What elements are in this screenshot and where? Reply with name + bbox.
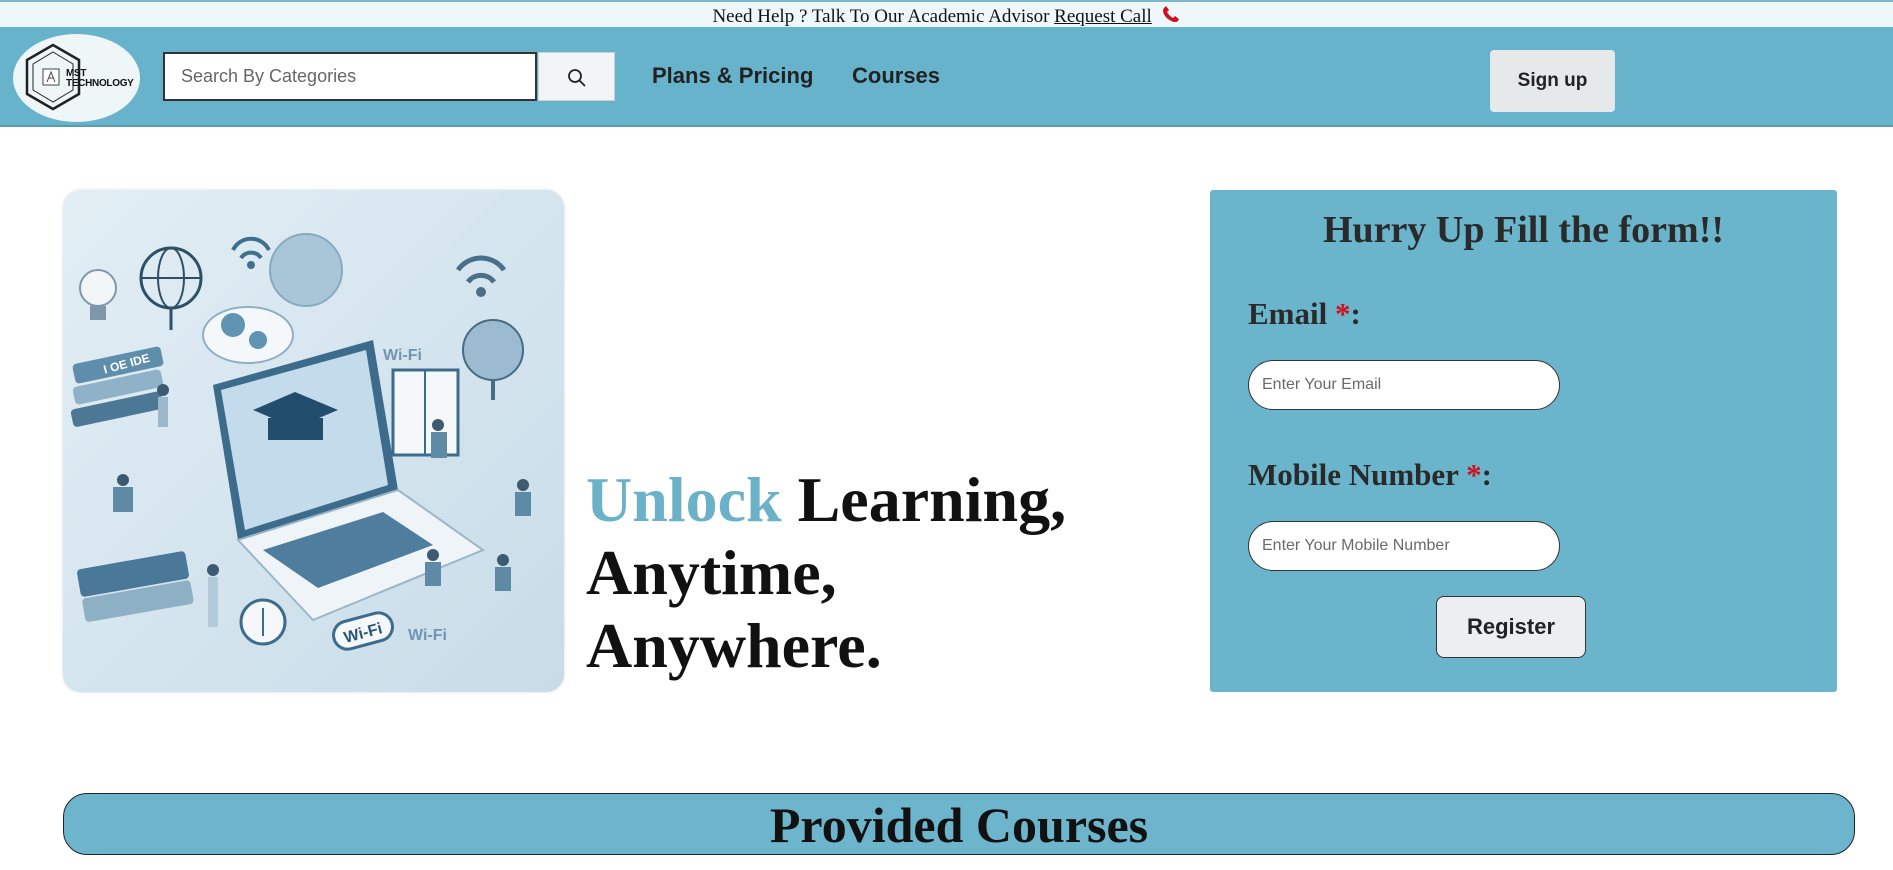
- nav-plans-pricing[interactable]: Plans & Pricing: [652, 63, 813, 89]
- tagline-line3: Anywhere.: [586, 610, 882, 681]
- tagline-line1: Learning,: [797, 464, 1067, 535]
- request-call-link[interactable]: Request Call: [1054, 6, 1152, 27]
- tagline-accent: Unlock: [586, 464, 782, 535]
- mobile-label: Mobile Number *:: [1248, 457, 1492, 492]
- logo[interactable]: MST TECHNOLOGY: [13, 34, 140, 122]
- wifi-label-1: Wi-Fi: [383, 347, 422, 364]
- required-mark: *: [1334, 296, 1351, 331]
- signup-form: Hurry Up Fill the form!! Email *: Mobile…: [1210, 190, 1837, 692]
- email-label: Email *:: [1248, 296, 1361, 331]
- phone-icon[interactable]: [1161, 4, 1181, 23]
- mobile-number-field[interactable]: [1248, 521, 1560, 571]
- search-input[interactable]: [163, 52, 537, 101]
- help-bar: Need Help ? Talk To Our Academic Advisor…: [0, 0, 1893, 27]
- register-button[interactable]: Register: [1436, 596, 1586, 658]
- search-button[interactable]: [538, 52, 615, 101]
- site-header: MST TECHNOLOGY Plans & Pricing Courses S…: [0, 27, 1893, 127]
- wifi-label-3: Wi-Fi: [408, 627, 447, 644]
- search-icon: [568, 69, 586, 87]
- required-mark: *: [1466, 457, 1482, 492]
- help-text: Need Help ? Talk To Our Academic Advisor: [712, 6, 1050, 27]
- signup-button[interactable]: Sign up: [1490, 50, 1615, 112]
- hero-illustration: I OE IDE Wi-Fi Wi-Fi Wi-Fi: [63, 190, 564, 692]
- email-field[interactable]: [1248, 360, 1560, 410]
- hero-tagline: Unlock Learning, Anytime, Anywhere.: [586, 463, 1126, 682]
- tagline-line2: Anytime,: [586, 537, 837, 608]
- provided-courses-heading: Provided Courses: [63, 793, 1855, 855]
- nav-courses[interactable]: Courses: [852, 63, 940, 89]
- logo-text: MST TECHNOLOGY: [66, 68, 134, 89]
- form-title: Hurry Up Fill the form!!: [1322, 209, 1725, 251]
